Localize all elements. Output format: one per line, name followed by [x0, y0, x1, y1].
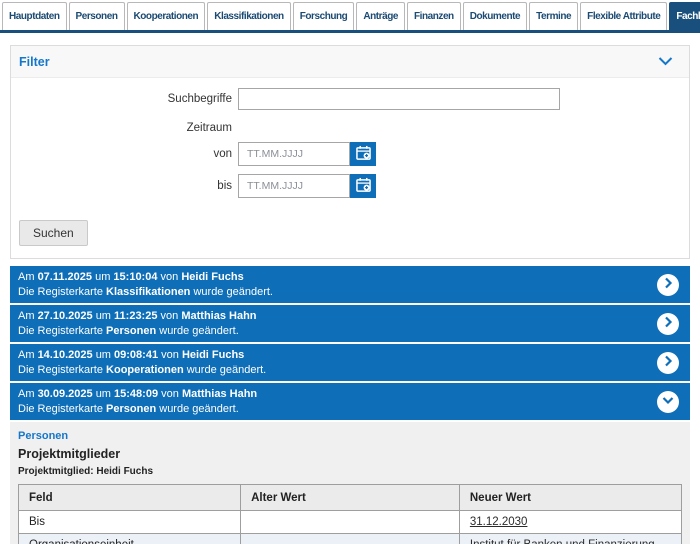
- col-header-feld: Feld: [19, 485, 241, 511]
- entry-message: Die Registerkarte Kooperationen wurde ge…: [18, 364, 646, 376]
- tab-finanzen[interactable]: Finanzen: [407, 2, 461, 30]
- chevron-down-icon: [662, 393, 674, 411]
- tab-dokumente[interactable]: Dokumente: [463, 2, 527, 30]
- old-value-cell: [241, 534, 460, 544]
- search-button[interactable]: Suchen: [19, 220, 88, 246]
- date-from-calendar-button[interactable]: [350, 142, 376, 166]
- date-from-label: von: [11, 148, 238, 160]
- tab-klassifikationen[interactable]: Klassifikationen: [207, 2, 291, 30]
- new-value-cell: 31.12.2030: [459, 511, 681, 534]
- period-label: Zeitraum: [11, 122, 238, 134]
- date-to-label: bis: [11, 180, 238, 192]
- chevron-right-icon: [662, 315, 674, 333]
- tab-termine[interactable]: Termine: [529, 2, 578, 30]
- filter-body: Suchbegriffe Zeitraum von: [11, 78, 689, 258]
- filter-panel: Filter Suchbegriffe Zeitraum von: [10, 45, 690, 259]
- expand-entry-button[interactable]: [657, 274, 679, 296]
- tab-forschung[interactable]: Forschung: [293, 2, 355, 30]
- search-terms-input[interactable]: [238, 88, 560, 110]
- table-row: Bis 31.12.2030: [19, 511, 682, 534]
- entry-message: Die Registerkarte Klassifikationen wurde…: [18, 286, 646, 298]
- new-value-link[interactable]: Institut für Banken und Finanzierung: [470, 539, 655, 544]
- date-to-calendar-button[interactable]: [350, 174, 376, 198]
- tab-bar: Hauptdaten Personen Kooperationen Klassi…: [0, 0, 700, 30]
- col-header-alter-wert: Alter Wert: [241, 485, 460, 511]
- log-entries-list: Am 07.11.2025 um 15:10:04 von Heidi Fuch…: [10, 266, 690, 420]
- tab-bar-underline: [0, 30, 700, 33]
- log-entry-4[interactable]: Am 30.09.2025 um 15:48:09 von Matthias H…: [10, 383, 690, 420]
- calendar-plus-icon: [356, 177, 371, 195]
- search-terms-label: Suchbegriffe: [11, 93, 238, 105]
- filter-header[interactable]: Filter: [11, 46, 689, 78]
- expand-entry-button[interactable]: [657, 352, 679, 374]
- main-content: Filter Suchbegriffe Zeitraum von: [0, 45, 700, 544]
- tab-hauptdaten[interactable]: Hauptdaten: [2, 2, 67, 30]
- col-header-neuer-wert: Neuer Wert: [459, 485, 681, 511]
- log-entry-3[interactable]: Am 14.10.2025 um 09:08:41 von Heidi Fuch…: [10, 344, 690, 381]
- filter-title: Filter: [19, 55, 50, 69]
- field-name-cell: Organisationseinheit: [19, 534, 241, 544]
- table-row: Organisationseinheit Institut für Banken…: [19, 534, 682, 544]
- chevron-right-icon: [662, 354, 674, 372]
- entry-timestamp: Am 07.11.2025 um 15:10:04 von Heidi Fuch…: [18, 271, 646, 283]
- tab-kooperationen[interactable]: Kooperationen: [127, 2, 206, 30]
- changes-table: Feld Alter Wert Neuer Wert Bis 31.12.203…: [18, 484, 682, 544]
- entry-timestamp: Am 27.10.2025 um 11:23:25 von Matthias H…: [18, 310, 646, 322]
- entry-timestamp: Am 30.09.2025 um 15:48:09 von Matthias H…: [18, 388, 646, 400]
- tab-personen[interactable]: Personen: [69, 2, 125, 30]
- expand-entry-button[interactable]: [657, 313, 679, 335]
- collapse-entry-button[interactable]: [657, 391, 679, 413]
- old-value-cell: [241, 511, 460, 534]
- entry-detail-panel: Personen Projektmitglieder Projektmitgli…: [10, 422, 690, 544]
- detail-subsection-title: Projektmitglieder: [18, 447, 682, 461]
- tab-antraege[interactable]: Anträge: [356, 2, 405, 30]
- tab-flexible-attribute[interactable]: Flexible Attribute: [580, 2, 667, 30]
- entry-timestamp: Am 14.10.2025 um 09:08:41 von Heidi Fuch…: [18, 349, 646, 361]
- field-name-cell: Bis: [19, 511, 241, 534]
- entry-message: Die Registerkarte Personen wurde geänder…: [18, 403, 646, 415]
- tab-fachliche-protokollierung[interactable]: Fachliche Protokollierung: [669, 2, 700, 30]
- log-entry-2[interactable]: Am 27.10.2025 um 11:23:25 von Matthias H…: [10, 305, 690, 342]
- detail-record-label: Projektmitglied: Heidi Fuchs: [18, 466, 682, 477]
- date-from-input[interactable]: [238, 142, 350, 166]
- log-entry-1[interactable]: Am 07.11.2025 um 15:10:04 von Heidi Fuch…: [10, 266, 690, 303]
- date-to-input[interactable]: [238, 174, 350, 198]
- chevron-down-icon[interactable]: [658, 53, 673, 71]
- chevron-right-icon: [662, 276, 674, 294]
- new-value-link[interactable]: 31.12.2030: [470, 516, 528, 528]
- table-header-row: Feld Alter Wert Neuer Wert: [19, 485, 682, 511]
- calendar-plus-icon: [356, 145, 371, 163]
- new-value-cell: Institut für Banken und Finanzierung: [459, 534, 681, 544]
- detail-section-title: Personen: [18, 430, 682, 442]
- entry-message: Die Registerkarte Personen wurde geänder…: [18, 325, 646, 337]
